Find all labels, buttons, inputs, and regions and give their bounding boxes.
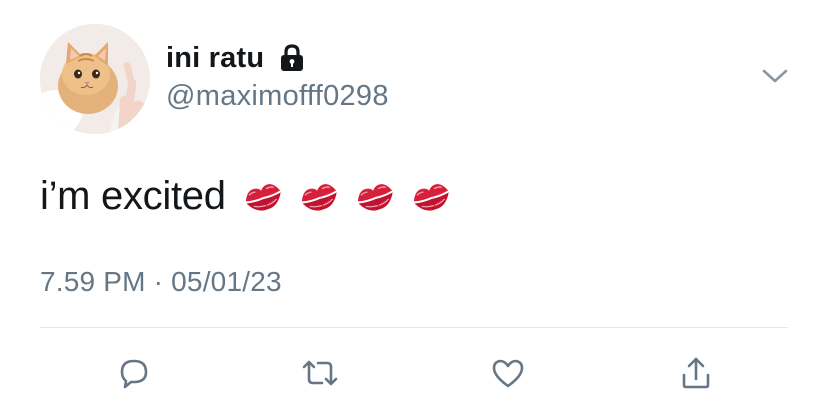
tweet-body: i’m excited (40, 173, 226, 218)
display-name-row: ini ratu (166, 40, 306, 76)
tweet-text: i’m excited (40, 168, 466, 224)
emoji-row (242, 178, 466, 214)
kiss-mark-icon (301, 184, 337, 211)
divider (40, 327, 788, 328)
like-icon (492, 359, 524, 388)
share-button[interactable] (674, 351, 718, 395)
kiss-mark-icon (413, 184, 449, 211)
tweet-timestamp[interactable]: 7.59 PM · 05/01/23 (40, 266, 282, 298)
kiss-mark-icon (357, 184, 393, 211)
retweet-icon (302, 360, 338, 386)
retweet-button[interactable] (298, 351, 342, 395)
avatar[interactable] (40, 24, 150, 134)
tweet-card: ini ratu @maximofff0298 i’m excited 7.59… (0, 0, 828, 417)
kitten-avatar-image (40, 24, 150, 134)
reply-icon (120, 359, 148, 389)
action-bar (0, 345, 828, 401)
reply-button[interactable] (112, 351, 156, 395)
display-name[interactable]: ini ratu (166, 42, 264, 75)
kiss-mark-icon (245, 184, 281, 211)
user-handle[interactable]: @maximofff0298 (166, 80, 389, 113)
share-icon (682, 357, 710, 389)
like-button[interactable] (486, 351, 530, 395)
lock-icon (278, 43, 306, 73)
chevron-down-icon[interactable] (760, 66, 790, 86)
